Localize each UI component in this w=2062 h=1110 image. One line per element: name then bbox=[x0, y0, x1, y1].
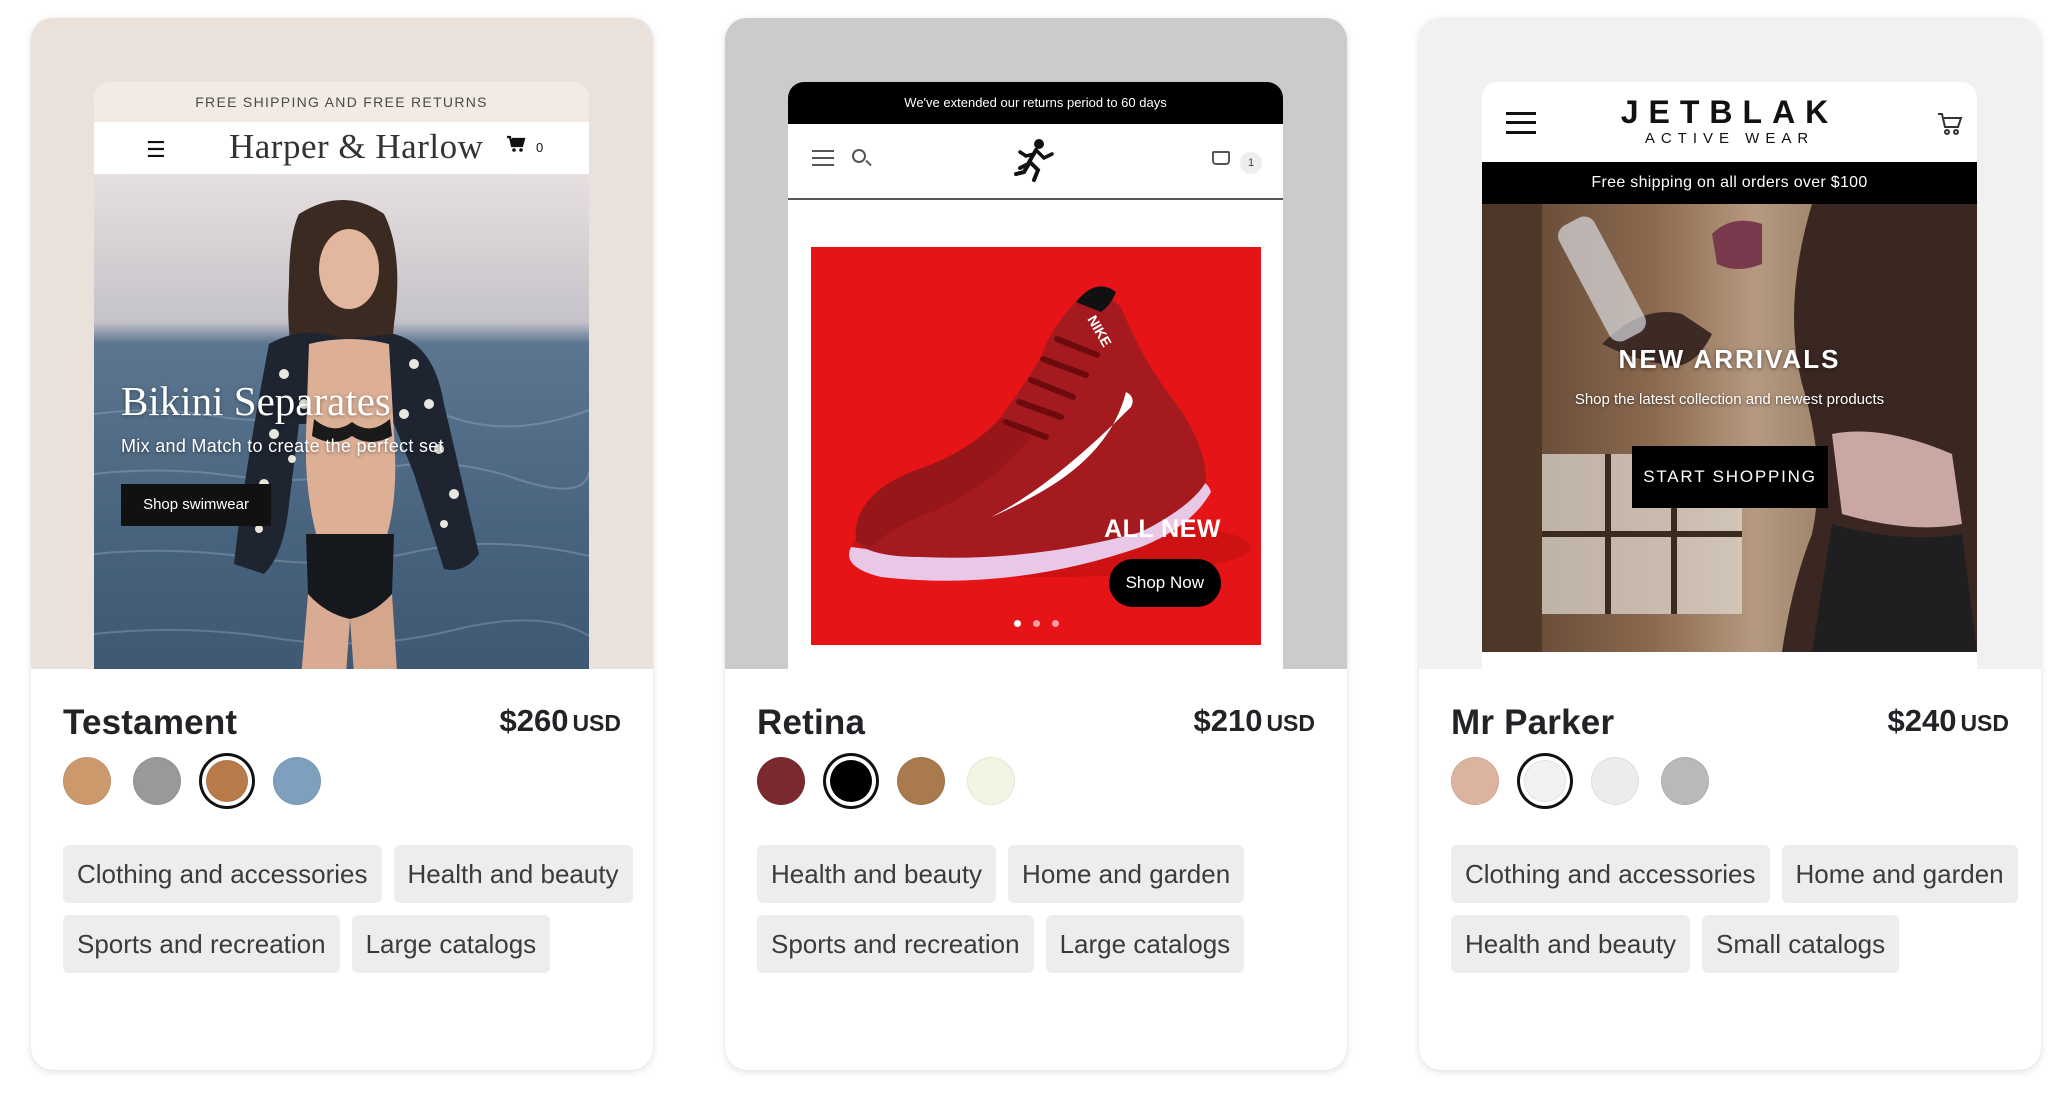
tag[interactable]: Clothing and accessories bbox=[1451, 845, 1770, 903]
store-header: ☰ Harper & Harlow 0 bbox=[94, 122, 589, 174]
hero-title: NEW ARRIVALS bbox=[1618, 344, 1841, 374]
shop-swimwear-button[interactable]: Shop swimwear bbox=[121, 484, 271, 526]
industry-tags: Health and beauty Home and garden Sports… bbox=[757, 845, 1327, 973]
theme-preview[interactable]: JETBLAK ACTIVE WEAR Free shipping on all… bbox=[1419, 18, 2041, 669]
hero-subtitle: Mix and Match to create the perfect set bbox=[121, 436, 444, 456]
cart-icon bbox=[506, 135, 526, 159]
hero-title: Bikini Separates bbox=[121, 378, 391, 424]
tag[interactable]: Large catalogs bbox=[1045, 915, 1245, 973]
tag[interactable]: Home and garden bbox=[1781, 845, 2018, 903]
announcement-bar: We've extended our returns period to 60 … bbox=[788, 82, 1283, 124]
cart-icon bbox=[1212, 151, 1230, 165]
search-icon bbox=[852, 149, 866, 163]
theme-card-mr-parker[interactable]: JETBLAK ACTIVE WEAR Free shipping on all… bbox=[1419, 18, 2041, 1070]
carousel-dot[interactable] bbox=[1014, 620, 1021, 627]
theme-name[interactable]: Testament bbox=[63, 703, 237, 743]
hero-image-athlete: NEW ARRIVALS Shop the latest collection … bbox=[1482, 204, 1977, 652]
cart-count: 1 bbox=[1240, 152, 1262, 174]
swatch-gray[interactable] bbox=[1661, 757, 1709, 805]
theme-preview[interactable]: FREE SHIPPING AND FREE RETURNS ☰ Harper … bbox=[31, 18, 653, 669]
announcement-bar: Free shipping on all orders over $100 bbox=[1482, 162, 1977, 204]
swatch-blue[interactable] bbox=[273, 757, 321, 805]
mobile-preview-frame: FREE SHIPPING AND FREE RETURNS ☰ Harper … bbox=[94, 82, 589, 669]
store-logo-subtitle: ACTIVE WEAR bbox=[1644, 130, 1815, 147]
hero-subtitle: Shop the latest collection and newest pr… bbox=[1574, 391, 1885, 408]
tag[interactable]: Sports and recreation bbox=[757, 915, 1034, 973]
shop-now-button[interactable]: Shop Now bbox=[1108, 559, 1221, 607]
theme-card-retina[interactable]: We've extended our returns period to 60 … bbox=[725, 18, 1347, 1070]
carousel-dot[interactable] bbox=[1033, 620, 1040, 627]
color-swatches bbox=[1451, 757, 1709, 805]
swatch-brown[interactable] bbox=[897, 757, 945, 805]
theme-price: $210 USD bbox=[1193, 703, 1315, 738]
hero-image-swimwear: Bikini Separates Mix and Match to create… bbox=[94, 174, 589, 669]
store-header: JETBLAK ACTIVE WEAR bbox=[1482, 82, 1977, 162]
theme-preview[interactable]: We've extended our returns period to 60 … bbox=[725, 18, 1347, 669]
swatch-cream[interactable] bbox=[967, 757, 1015, 805]
theme-card-testament[interactable]: FREE SHIPPING AND FREE RETURNS ☰ Harper … bbox=[31, 18, 653, 1070]
runner-logo-icon bbox=[1014, 138, 1056, 189]
announcement-bar: FREE SHIPPING AND FREE RETURNS bbox=[94, 82, 589, 122]
swatch-white-selected[interactable] bbox=[1524, 760, 1566, 802]
theme-info: Retina $210 USD Health and beauty Home an… bbox=[725, 669, 1347, 1070]
swatch-tan[interactable] bbox=[63, 757, 111, 805]
swatch-light-gray[interactable] bbox=[1591, 757, 1639, 805]
store-header: 1 bbox=[788, 124, 1283, 200]
tag[interactable]: Large catalogs bbox=[351, 915, 551, 973]
start-shopping-button[interactable]: START SHOPPING bbox=[1632, 446, 1828, 508]
swatch-blush[interactable] bbox=[1451, 757, 1499, 805]
cart-icon bbox=[1937, 112, 1963, 141]
swatch-copper-selected[interactable] bbox=[206, 760, 248, 802]
tag[interactable]: Clothing and accessories bbox=[63, 845, 382, 903]
theme-name[interactable]: Retina bbox=[757, 703, 865, 743]
swatch-black-selected[interactable] bbox=[830, 760, 872, 802]
tag[interactable]: Home and garden bbox=[1008, 845, 1245, 903]
hero-headline: ALL NEW bbox=[1104, 515, 1221, 543]
color-swatches bbox=[757, 757, 1015, 805]
theme-price: $260 USD bbox=[499, 703, 621, 738]
theme-name[interactable]: Mr Parker bbox=[1451, 703, 1614, 743]
mobile-preview-frame: JETBLAK ACTIVE WEAR Free shipping on all… bbox=[1482, 82, 1977, 669]
hero-image-sneaker: NIKE ALL NEW Shop Now bbox=[811, 247, 1261, 645]
tag[interactable]: Sports and recreation bbox=[63, 915, 340, 973]
mobile-preview-frame: We've extended our returns period to 60 … bbox=[788, 82, 1283, 669]
menu-icon: ☰ bbox=[146, 137, 166, 162]
store-logo: Harper & Harlow bbox=[229, 127, 484, 166]
store-logo: JETBLAK bbox=[1620, 94, 1839, 130]
swatch-maroon[interactable] bbox=[757, 757, 805, 805]
cart-count: 0 bbox=[536, 140, 544, 155]
theme-info: Mr Parker $240 USD Clothing and accessori… bbox=[1419, 669, 2041, 1070]
tag[interactable]: Health and beauty bbox=[1451, 915, 1691, 973]
industry-tags: Clothing and accessories Health and beau… bbox=[63, 845, 633, 973]
carousel-dots bbox=[1014, 620, 1059, 627]
menu-icon bbox=[812, 150, 834, 166]
industry-tags: Clothing and accessories Home and garden… bbox=[1451, 845, 2021, 973]
tag[interactable]: Small catalogs bbox=[1702, 915, 1900, 973]
color-swatches bbox=[63, 757, 321, 805]
theme-price: $240 USD bbox=[1887, 703, 2009, 738]
swatch-gray[interactable] bbox=[133, 757, 181, 805]
carousel-dot[interactable] bbox=[1052, 620, 1059, 627]
tag[interactable]: Health and beauty bbox=[393, 845, 633, 903]
theme-info: Testament $260 USD Clothing and accessori… bbox=[31, 669, 653, 1070]
tag[interactable]: Health and beauty bbox=[757, 845, 997, 903]
